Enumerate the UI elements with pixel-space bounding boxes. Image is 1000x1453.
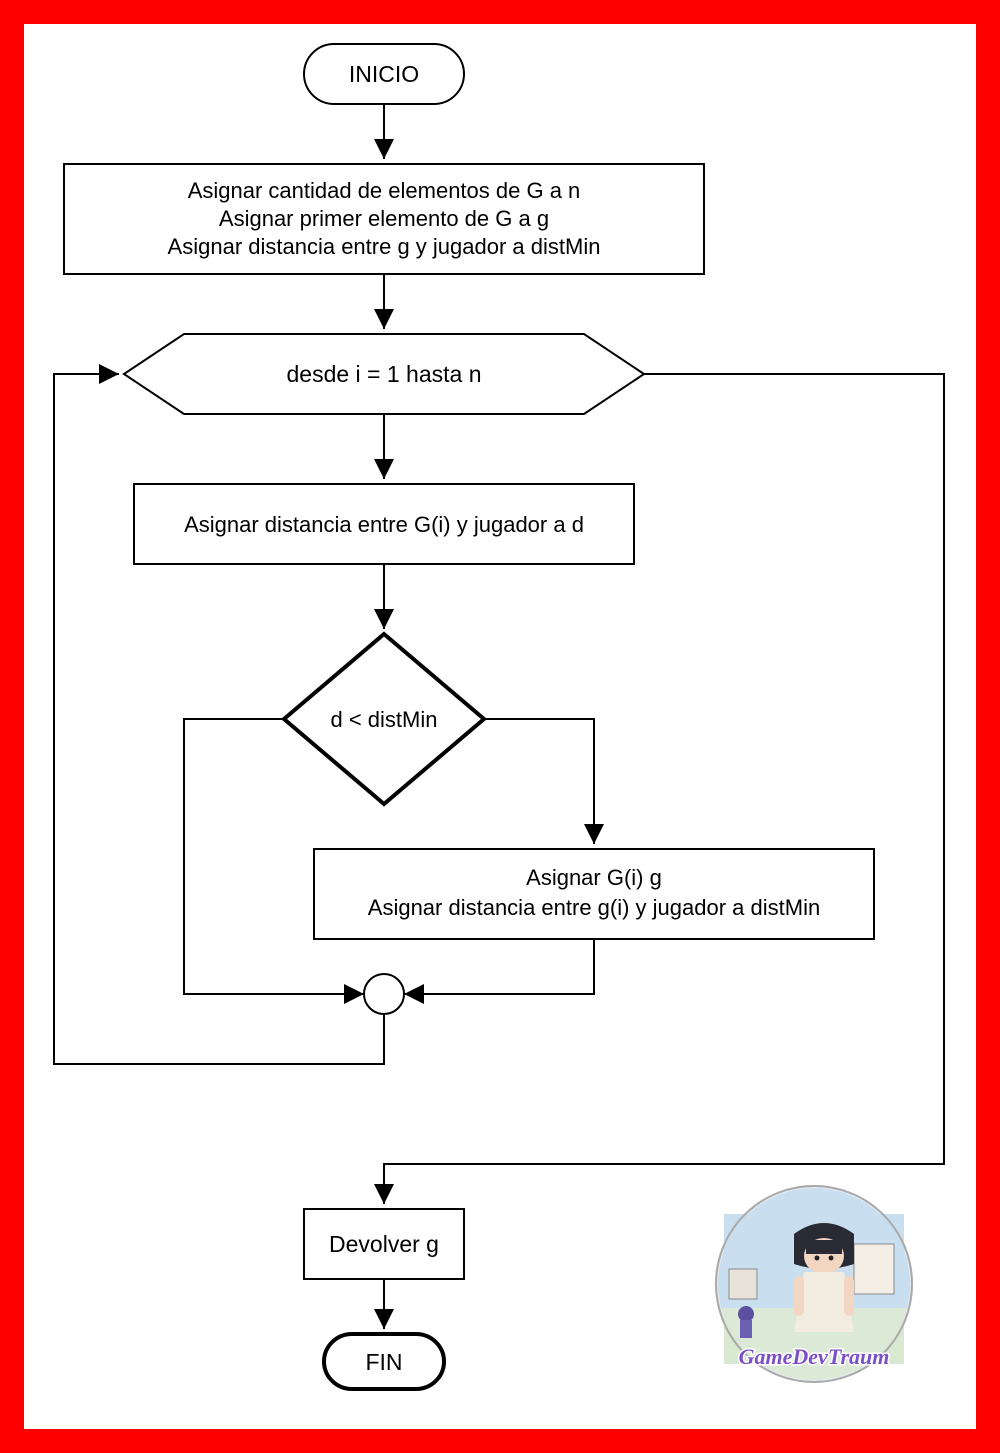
- loop-label: desde i = 1 hasta n: [286, 361, 481, 387]
- arrow-update-merge: [404, 939, 594, 994]
- arrow-decision-right: [484, 719, 594, 844]
- update-line1: Asignar G(i) g: [526, 865, 662, 890]
- update-line2: Asignar distancia entre g(i) y jugador a…: [368, 895, 820, 920]
- logo-text: GameDevTraum: [739, 1344, 890, 1369]
- end-label: FIN: [365, 1349, 402, 1375]
- init-line3: Asignar distancia entre g y jugador a di…: [168, 234, 601, 259]
- return-label: Devolver g: [329, 1231, 439, 1257]
- init-line2: Asignar primer elemento de G a g: [219, 206, 549, 231]
- decision-label: d < distMin: [331, 707, 438, 732]
- diagram-frame: INICIO Asignar cantidad de elementos de …: [0, 0, 1000, 1453]
- logo-badge: GameDevTraum: [716, 1186, 912, 1388]
- init-line1: Asignar cantidad de elementos de G a n: [188, 178, 581, 203]
- flowchart-svg: INICIO Asignar cantidad de elementos de …: [24, 24, 976, 1429]
- merge-node: [364, 974, 404, 1014]
- assign-d-label: Asignar distancia entre G(i) y jugador a…: [184, 512, 584, 537]
- start-label: INICIO: [349, 61, 419, 87]
